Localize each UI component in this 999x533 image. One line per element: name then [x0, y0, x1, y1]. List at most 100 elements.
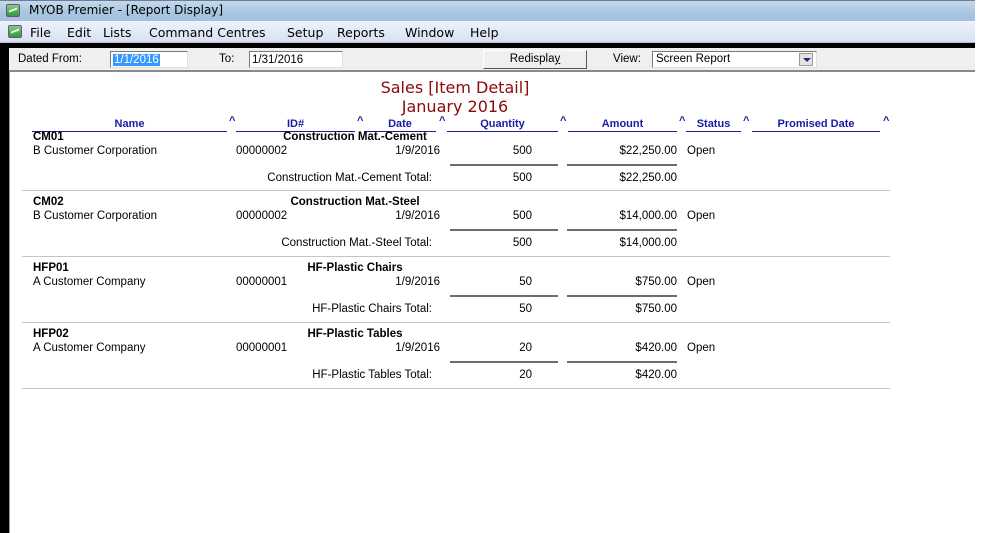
group-total-quantity: 50: [519, 303, 532, 315]
total-underline: [450, 229, 558, 231]
dated-from-value: 1/1/2016: [113, 54, 160, 66]
quantity: 20: [519, 342, 532, 354]
report-toolbar: Dated From: 1/1/2016 To: 1/31/2016 Redis…: [9, 48, 975, 72]
column-header-amount[interactable]: Amount: [568, 118, 677, 132]
invoice-id: 00000001: [236, 342, 288, 354]
view-label: View:: [613, 53, 641, 65]
sale-date: 1/9/2016: [395, 342, 440, 354]
sale-date: 1/9/2016: [395, 145, 440, 157]
menu-reports[interactable]: Reports: [337, 25, 385, 40]
column-header-name[interactable]: Name: [32, 118, 227, 132]
left-border: [0, 43, 9, 533]
group-total-label: HF-Plastic Chairs Total:: [312, 303, 432, 315]
status: Open: [687, 276, 716, 288]
menu-help[interactable]: Help: [470, 25, 499, 40]
column-header-status[interactable]: Status: [686, 118, 741, 132]
view-select[interactable]: Screen Report: [652, 51, 817, 68]
group-divider: [22, 256, 890, 257]
invoice-id: 00000001: [236, 276, 288, 288]
report-title: Sales [Item Detail]: [380, 78, 530, 97]
total-underline: [450, 295, 558, 297]
column-header-quantity[interactable]: Quantity: [447, 118, 558, 132]
group-divider: [22, 190, 890, 191]
amount: $22,250.00: [619, 145, 677, 157]
column-resize-caret-icon[interactable]: ^: [439, 115, 445, 127]
total-underline: [567, 361, 677, 363]
menu-lists[interactable]: Lists: [103, 25, 131, 40]
report-left-edge: [9, 70, 10, 533]
invoice-id: 00000002: [236, 145, 288, 157]
quantity: 500: [512, 210, 532, 222]
to-date-input[interactable]: 1/31/2016: [249, 51, 343, 68]
to-label: To:: [219, 53, 235, 65]
sale-date: 1/9/2016: [395, 210, 440, 222]
invoice-id: 00000002: [236, 210, 288, 222]
status: Open: [687, 145, 716, 157]
group-divider: [22, 388, 890, 389]
status: Open: [687, 210, 716, 222]
menu-edit[interactable]: Edit: [67, 25, 91, 40]
item-name: Construction Mat.-Steel: [290, 196, 420, 208]
amount: $420.00: [635, 342, 677, 354]
myob-app-icon[interactable]: [6, 4, 20, 17]
customer-name: A Customer Company: [33, 342, 146, 354]
total-underline: [567, 229, 677, 231]
chevron-down-icon[interactable]: [799, 53, 813, 66]
report-period: January 2016: [401, 97, 509, 116]
total-underline: [450, 164, 558, 166]
column-resize-caret-icon[interactable]: ^: [883, 115, 889, 127]
status: Open: [687, 342, 716, 354]
item-code: HFP01: [33, 262, 69, 274]
group-total-quantity: 500: [512, 172, 532, 184]
item-code: CM02: [33, 196, 64, 208]
group-total-amount: $14,000.00: [619, 237, 677, 249]
column-resize-caret-icon[interactable]: ^: [743, 115, 749, 127]
item-name: HF-Plastic Chairs: [307, 262, 403, 274]
amount: $750.00: [635, 276, 677, 288]
dated-from-input[interactable]: 1/1/2016: [110, 51, 188, 68]
group-total-amount: $22,250.00: [619, 172, 677, 184]
quantity: 50: [519, 276, 532, 288]
redisplay-label: Redispla: [509, 53, 555, 65]
group-total-label: Construction Mat.-Cement Total:: [267, 172, 432, 184]
view-select-value: Screen Report: [656, 53, 731, 65]
customer-name: A Customer Company: [33, 276, 146, 288]
redisplay-button[interactable]: Redisplay: [483, 50, 587, 69]
to-date-value: 1/31/2016: [252, 54, 304, 66]
menu-setup[interactable]: Setup: [287, 25, 323, 40]
item-name: Construction Mat.-Cement: [283, 131, 427, 143]
item-code: HFP02: [33, 328, 69, 340]
item-name: HF-Plastic Tables: [307, 328, 403, 340]
group-total-amount: $420.00: [635, 369, 677, 381]
group-divider: [22, 322, 890, 323]
total-underline: [450, 361, 558, 363]
menu-command-centres[interactable]: Command Centres: [149, 25, 266, 40]
column-header-promised-date[interactable]: Promised Date: [752, 118, 880, 132]
group-total-quantity: 500: [512, 237, 532, 249]
customer-name: B Customer Corporation: [33, 210, 157, 222]
window-title: MYOB Premier - [Report Display]: [29, 3, 224, 17]
column-header-date[interactable]: Date: [364, 118, 436, 132]
menu-file[interactable]: File: [30, 25, 51, 40]
redisplay-mnemonic: y: [554, 53, 561, 65]
dated-from-label: Dated From:: [18, 53, 82, 65]
window-title-bar[interactable]: MYOB Premier - [Report Display]: [0, 0, 975, 21]
column-resize-caret-icon[interactable]: ^: [560, 115, 566, 127]
group-total-label: Construction Mat.-Steel Total:: [281, 237, 432, 249]
quantity: 500: [512, 145, 532, 157]
group-total-amount: $750.00: [635, 303, 677, 315]
group-total-label: HF-Plastic Tables Total:: [312, 369, 432, 381]
item-code: CM01: [33, 131, 64, 143]
menu-window[interactable]: Window: [405, 25, 454, 40]
total-underline: [567, 295, 677, 297]
menu-bar: File Edit Lists Command Centres Setup Re…: [0, 21, 975, 43]
group-total-quantity: 20: [519, 369, 532, 381]
sale-date: 1/9/2016: [395, 276, 440, 288]
column-header-id[interactable]: ID#: [236, 118, 355, 132]
myob-document-icon[interactable]: [8, 25, 22, 38]
column-resize-caret-icon[interactable]: ^: [357, 115, 363, 127]
amount: $14,000.00: [619, 210, 677, 222]
total-underline: [567, 164, 677, 166]
column-resize-caret-icon[interactable]: ^: [679, 115, 685, 127]
column-resize-caret-icon[interactable]: ^: [229, 115, 235, 127]
